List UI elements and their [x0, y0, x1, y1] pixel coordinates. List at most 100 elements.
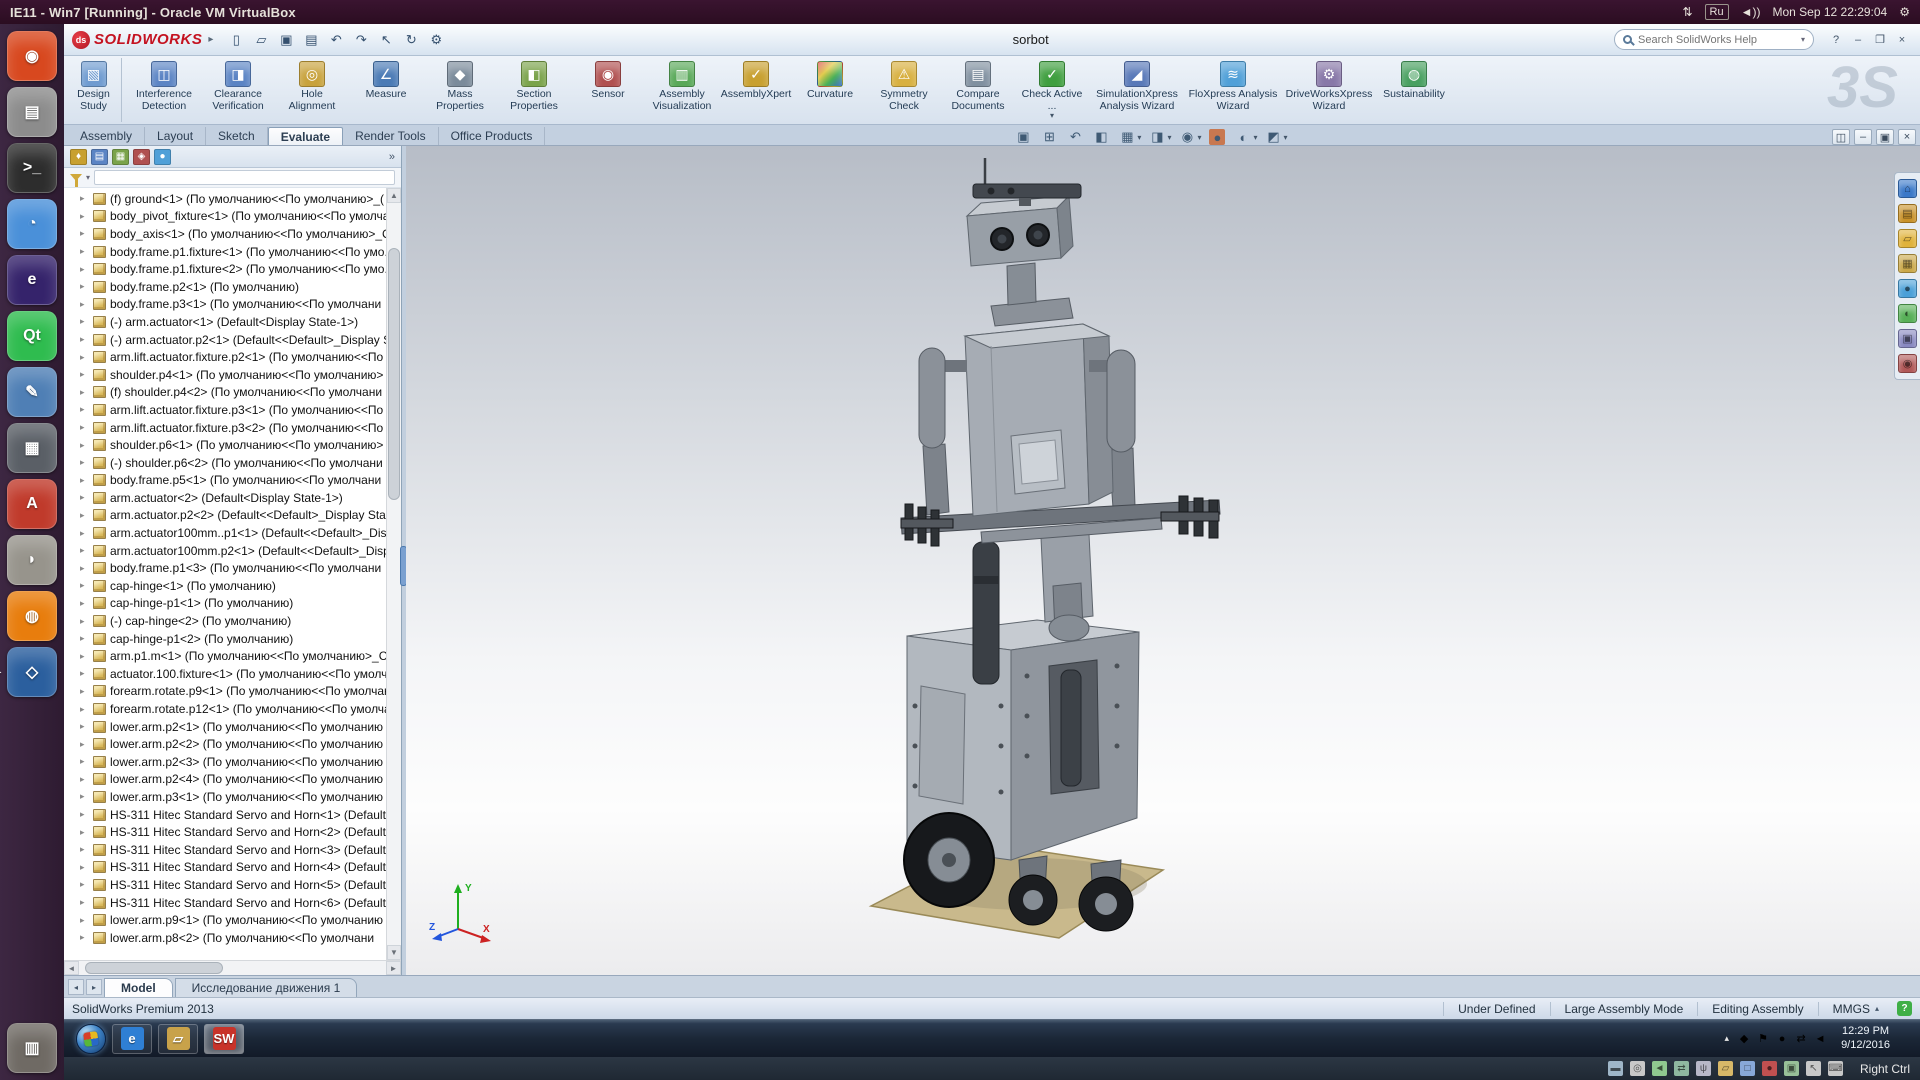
scroll-down-icon[interactable]: ▼ [387, 945, 401, 960]
expand-arrow-icon[interactable]: ▸ [80, 404, 89, 415]
scrollbar-track[interactable] [79, 961, 386, 975]
view-toolbar-button[interactable]: ● [1209, 129, 1227, 145]
feature-tree-item[interactable]: ▸ cap-hinge-p1<1> (По умолчанию) [64, 595, 386, 613]
task-pane-icon[interactable]: ⌂ [1898, 179, 1917, 198]
expand-arrow-icon[interactable]: ▸ [80, 862, 89, 873]
robot-drive-wheel[interactable] [904, 813, 994, 907]
status-help-icon[interactable]: ? [1897, 1001, 1912, 1016]
expand-arrow-icon[interactable]: ▸ [80, 299, 89, 310]
expand-arrow-icon[interactable]: ▸ [80, 721, 89, 732]
feature-tree-item[interactable]: ▸ (-) arm.actuator<1> (Default<Display S… [64, 313, 386, 331]
tab-scroll-left-icon[interactable]: ◂ [68, 979, 84, 995]
tray-icon[interactable]: ● [1775, 1032, 1789, 1046]
task-pane-icon[interactable]: ▱ [1898, 229, 1917, 248]
window-control-button[interactable]: – [1848, 31, 1868, 49]
expand-arrow-icon[interactable]: ▸ [80, 704, 89, 715]
expand-arrow-icon[interactable]: ▸ [80, 228, 89, 239]
launcher-icon[interactable]: ▤ [7, 87, 57, 137]
feature-tree-item[interactable]: ▸ HS-311 Hitec Standard Servo and Horn<6… [64, 894, 386, 912]
document-window-button[interactable]: × [1898, 129, 1916, 145]
ribbon-tool-button[interactable]: ◍ Sustainability [1379, 58, 1449, 122]
tray-icon[interactable]: ⚑ [1756, 1032, 1770, 1046]
launcher-icon[interactable]: ◔ [7, 199, 57, 249]
show-hidden-icons-button[interactable]: ▴ [1725, 1033, 1730, 1044]
ribbon-tool-button[interactable]: ⚙ DriveWorksXpress Wizard [1283, 58, 1375, 122]
taskbar-app-button[interactable]: SW [204, 1024, 244, 1054]
feature-tree-item[interactable]: ▸ body.frame.p1.fixture<2> (По умолчанию… [64, 260, 386, 278]
toolbar-button[interactable]: ▯ [225, 29, 247, 51]
indicator-swap-icon[interactable]: ⇅ [1682, 5, 1692, 19]
window-control-button[interactable]: × [1892, 31, 1912, 49]
feature-tree-item[interactable]: ▸ lower.arm.p8<2> (По умолчанию<<По умол… [64, 929, 386, 947]
command-tab[interactable]: Render Tools [343, 127, 439, 145]
ribbon-tool-button[interactable]: ◫ Interference Detection [129, 58, 199, 122]
feature-tree-item[interactable]: ▸ lower.arm.p2<1> (По умолчанию<<По умол… [64, 718, 386, 736]
panel-tab-icon[interactable]: ● [154, 149, 171, 165]
expand-arrow-icon[interactable]: ▸ [80, 651, 89, 662]
tray-icon[interactable]: ◄ [1813, 1032, 1827, 1046]
expand-arrow-icon[interactable]: ▸ [80, 774, 89, 785]
document-window-button[interactable]: ◫ [1832, 129, 1850, 145]
view-toolbar-button[interactable]: ▣ [1015, 129, 1033, 145]
launcher-icon[interactable]: ◉ [7, 31, 57, 81]
search-input[interactable] [1638, 34, 1795, 46]
taskbar-clock[interactable]: 12:29 PM 9/12/2016 [1835, 1025, 1896, 1053]
view-toolbar-button[interactable]: ◐ ▾ [1235, 129, 1257, 145]
feature-tree-item[interactable]: ▸ HS-311 Hitec Standard Servo and Horn<3… [64, 841, 386, 859]
filter-icon[interactable] [70, 174, 82, 181]
vbox-status-icon[interactable]: ◎ [1630, 1061, 1645, 1076]
view-toolbar-button[interactable]: ◧ [1093, 129, 1111, 145]
window-control-button[interactable]: ❐ [1870, 31, 1890, 49]
taskbar-app-button[interactable]: e [112, 1024, 152, 1054]
panel-tab-icon[interactable]: ▦ [112, 149, 129, 165]
launcher-icon[interactable]: ▥ [7, 1023, 57, 1073]
feature-tree-item[interactable]: ▸ arm.actuator100mm..p1<1> (Default<<Def… [64, 524, 386, 542]
panel-overflow-icon[interactable]: » [389, 151, 395, 163]
expand-arrow-icon[interactable]: ▸ [80, 475, 89, 486]
command-tab[interactable]: Sketch [206, 127, 268, 145]
launcher-icon[interactable]: A [7, 479, 57, 529]
feature-tree-item[interactable]: ▸ body.frame.p1<3> (По умолчанию<<По умо… [64, 559, 386, 577]
vbox-status-icon[interactable]: ▣ [1784, 1061, 1799, 1076]
feature-tree-item[interactable]: ▸ (-) cap-hinge<2> (По умолчанию) [64, 612, 386, 630]
expand-arrow-icon[interactable]: ▸ [80, 352, 89, 363]
expand-arrow-icon[interactable]: ▸ [80, 422, 89, 433]
feature-tree-item[interactable]: ▸ HS-311 Hitec Standard Servo and Horn<5… [64, 876, 386, 894]
tray-icon[interactable]: ⇄ [1794, 1032, 1808, 1046]
expand-arrow-icon[interactable]: ▸ [80, 316, 89, 327]
search-dropdown-icon[interactable]: ▾ [1801, 35, 1805, 44]
keyboard-layout-indicator[interactable]: Ru [1705, 4, 1729, 20]
expand-arrow-icon[interactable]: ▸ [80, 492, 89, 503]
feature-tree-item[interactable]: ▸ lower.arm.p2<3> (По умолчанию<<По умол… [64, 753, 386, 771]
launcher-icon[interactable]: Qt [7, 311, 57, 361]
units-selector[interactable]: MMGS ▴ [1818, 1002, 1889, 1016]
expand-arrow-icon[interactable]: ▸ [80, 915, 89, 926]
feature-tree-item[interactable]: ▸ (f) ground<1> (По умолчанию<<По умолча… [64, 190, 386, 208]
ribbon-tool-button[interactable]: ⚠ Symmetry Check [869, 58, 939, 122]
taskbar-app-button[interactable]: ▱ [158, 1024, 198, 1054]
feature-tree-item[interactable]: ▸ (-) arm.actuator.p2<1> (Default<<Defau… [64, 331, 386, 349]
feature-tree-item[interactable]: ▸ arm.actuator<2> (Default<Display State… [64, 489, 386, 507]
toolbar-button[interactable]: ▱ [250, 29, 272, 51]
expand-arrow-icon[interactable]: ▸ [80, 616, 89, 627]
start-button[interactable] [76, 1024, 106, 1054]
search-box[interactable]: ▾ [1614, 29, 1814, 50]
command-tab[interactable]: Assembly [68, 127, 145, 145]
toolbar-button[interactable]: ↷ [350, 29, 372, 51]
expand-arrow-icon[interactable]: ▸ [80, 334, 89, 345]
ribbon-tool-button[interactable]: ▧ Design Study [70, 58, 122, 122]
window-control-button[interactable]: ? [1826, 31, 1846, 49]
feature-tree-item[interactable]: ▸ body.frame.p3<1> (По умолчанию<<По умо… [64, 296, 386, 314]
feature-tree-item[interactable]: ▸ lower.arm.p9<1> (По умолчанию<<По умол… [64, 911, 386, 929]
feature-tree-item[interactable]: ▸ lower.arm.p2<4> (По умолчанию<<По умол… [64, 771, 386, 789]
expand-arrow-icon[interactable]: ▸ [80, 563, 89, 574]
session-menu-icon[interactable]: ⚙ [1899, 5, 1910, 19]
volume-icon[interactable]: ◄)) [1741, 5, 1761, 19]
ribbon-tool-button[interactable]: ▤ Compare Documents [943, 58, 1013, 122]
ribbon-tool-button[interactable]: ◆ Mass Properties [425, 58, 495, 122]
expand-arrow-icon[interactable]: ▸ [80, 580, 89, 591]
feature-tree-item[interactable]: ▸ body.frame.p2<1> (По умолчанию) [64, 278, 386, 296]
expand-arrow-icon[interactable]: ▸ [80, 756, 89, 767]
model-tab[interactable]: Model [104, 978, 173, 997]
filter-dropdown-icon[interactable]: ▾ [86, 173, 90, 182]
